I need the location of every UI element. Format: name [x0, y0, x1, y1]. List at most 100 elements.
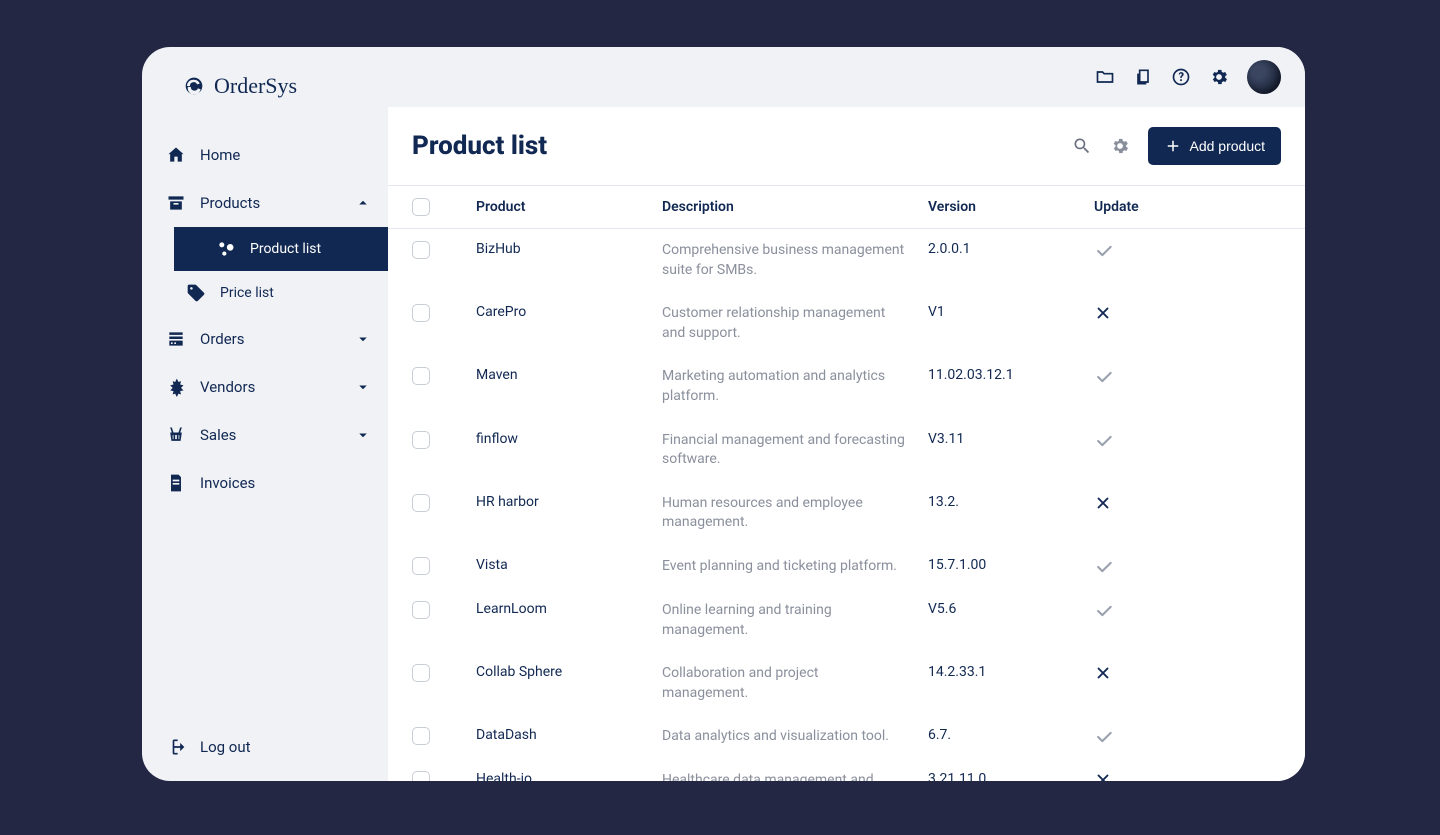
table-row: VistaEvent planning and ticketing platfo…	[388, 545, 1305, 589]
row-checkbox[interactable]	[412, 771, 430, 781]
folder-icon[interactable]	[1095, 67, 1115, 87]
cell-description: Event planning and ticketing platform.	[662, 557, 928, 577]
invoice-icon	[166, 473, 186, 493]
table-header: Product Description Version Update	[388, 186, 1305, 229]
add-product-button[interactable]: Add product	[1148, 127, 1282, 165]
cell-version: 11.02.03.12.1	[928, 367, 1094, 383]
table-row: Collab SphereCollaboration and project m…	[388, 652, 1305, 715]
row-checkbox[interactable]	[412, 304, 430, 322]
table-row: BizHubComprehensive business management …	[388, 229, 1305, 292]
nav: Home Products Product list Price list Or…	[142, 131, 388, 781]
table-row: LearnLoomOnline learning and training ma…	[388, 589, 1305, 652]
col-update-header: Update	[1094, 199, 1174, 215]
cell-description: Financial management and forecasting sof…	[662, 431, 928, 470]
orders-icon	[166, 329, 186, 349]
brand-icon	[184, 76, 204, 96]
cell-description: Human resources and employee management.	[662, 494, 928, 533]
avatar[interactable]	[1247, 60, 1281, 94]
table-settings-icon[interactable]	[1110, 136, 1130, 156]
cell-description: Comprehensive business management suite …	[662, 241, 928, 280]
brand-name: OrderSys	[214, 73, 297, 99]
col-product-header: Product	[476, 199, 662, 215]
cell-product: BizHub	[476, 241, 662, 257]
cell-description: Customer relationship management and sup…	[662, 304, 928, 343]
help-icon[interactable]	[1171, 67, 1191, 87]
nav-price-list[interactable]: Price list	[142, 271, 388, 315]
nav-sales-label: Sales	[200, 426, 236, 444]
nav-products-label: Products	[200, 194, 260, 212]
row-checkbox[interactable]	[412, 494, 430, 512]
check-icon	[1094, 367, 1114, 387]
nav-sales[interactable]: Sales	[142, 411, 388, 459]
cell-version: V5.6	[928, 601, 1094, 617]
table-row: finflowFinancial management and forecast…	[388, 419, 1305, 482]
cell-version: 14.2.33.1	[928, 664, 1094, 680]
copy-icon[interactable]	[1133, 67, 1153, 87]
row-checkbox[interactable]	[412, 601, 430, 619]
nav-invoices[interactable]: Invoices	[142, 459, 388, 507]
cell-update	[1094, 771, 1174, 781]
vendor-icon	[166, 377, 186, 397]
cell-product: LearnLoom	[476, 601, 662, 617]
page-title: Product list	[412, 131, 1072, 161]
cell-product: Collab Sphere	[476, 664, 662, 680]
sidebar: OrderSys Home Products Product list Pric…	[142, 47, 388, 781]
row-checkbox[interactable]	[412, 727, 430, 745]
settings-icon[interactable]	[1209, 67, 1229, 87]
close-icon	[1094, 304, 1112, 322]
check-icon	[1094, 241, 1114, 261]
cell-description: Data analytics and visualization tool.	[662, 727, 928, 747]
row-checkbox[interactable]	[412, 664, 430, 682]
nav-price-list-label: Price list	[220, 285, 274, 301]
cell-update	[1094, 494, 1174, 512]
nav-logout-label: Log out	[200, 738, 251, 756]
nav-products[interactable]: Products	[142, 179, 388, 227]
cell-update	[1094, 727, 1174, 747]
cell-description: Collaboration and project management.	[662, 664, 928, 703]
nav-logout[interactable]: Log out	[142, 723, 388, 781]
nav-product-list-label: Product list	[250, 241, 321, 257]
close-icon	[1094, 771, 1112, 781]
row-checkbox[interactable]	[412, 557, 430, 575]
chevron-down-icon	[354, 426, 372, 444]
nav-product-list[interactable]: Product list	[174, 227, 388, 271]
nav-vendors[interactable]: Vendors	[142, 363, 388, 411]
table-row: HR harborHuman resources and employee ma…	[388, 482, 1305, 545]
cell-update	[1094, 431, 1174, 451]
row-checkbox[interactable]	[412, 367, 430, 385]
row-checkbox[interactable]	[412, 241, 430, 259]
table-row: Health-ioHealthcare data management and …	[388, 759, 1305, 781]
row-checkbox[interactable]	[412, 431, 430, 449]
nav-home[interactable]: Home	[142, 131, 388, 179]
chevron-down-icon	[354, 330, 372, 348]
search-icon[interactable]	[1072, 136, 1092, 156]
archive-icon	[166, 193, 186, 213]
cell-product: CarePro	[476, 304, 662, 320]
select-all-checkbox[interactable]	[412, 198, 430, 216]
app-shell: OrderSys Home Products Product list Pric…	[142, 47, 1305, 781]
cell-product: HR harbor	[476, 494, 662, 510]
cell-version: 13.2.	[928, 494, 1094, 510]
home-icon	[166, 145, 186, 165]
cell-update	[1094, 241, 1174, 261]
cell-version: 2.0.0.1	[928, 241, 1094, 257]
close-icon	[1094, 664, 1112, 682]
nav-orders[interactable]: Orders	[142, 315, 388, 363]
cell-update	[1094, 304, 1174, 322]
page-header: Product list Add product	[388, 107, 1305, 186]
check-icon	[1094, 727, 1114, 747]
cell-description: Marketing automation and analytics platf…	[662, 367, 928, 406]
tag-icon	[186, 283, 206, 303]
close-icon	[1094, 494, 1112, 512]
col-version-header: Version	[928, 199, 1094, 215]
bubble-chart-icon	[216, 239, 236, 259]
cell-product: Health-io	[476, 771, 662, 781]
cell-description: Online learning and training management.	[662, 601, 928, 640]
topbar	[388, 47, 1305, 107]
table-row: MavenMarketing automation and analytics …	[388, 355, 1305, 418]
logout-icon	[166, 737, 186, 757]
nav-home-label: Home	[200, 146, 240, 164]
cell-version: 15.7.1.00	[928, 557, 1094, 573]
cell-version: 6.7.	[928, 727, 1094, 743]
cell-version: V1	[928, 304, 1094, 320]
